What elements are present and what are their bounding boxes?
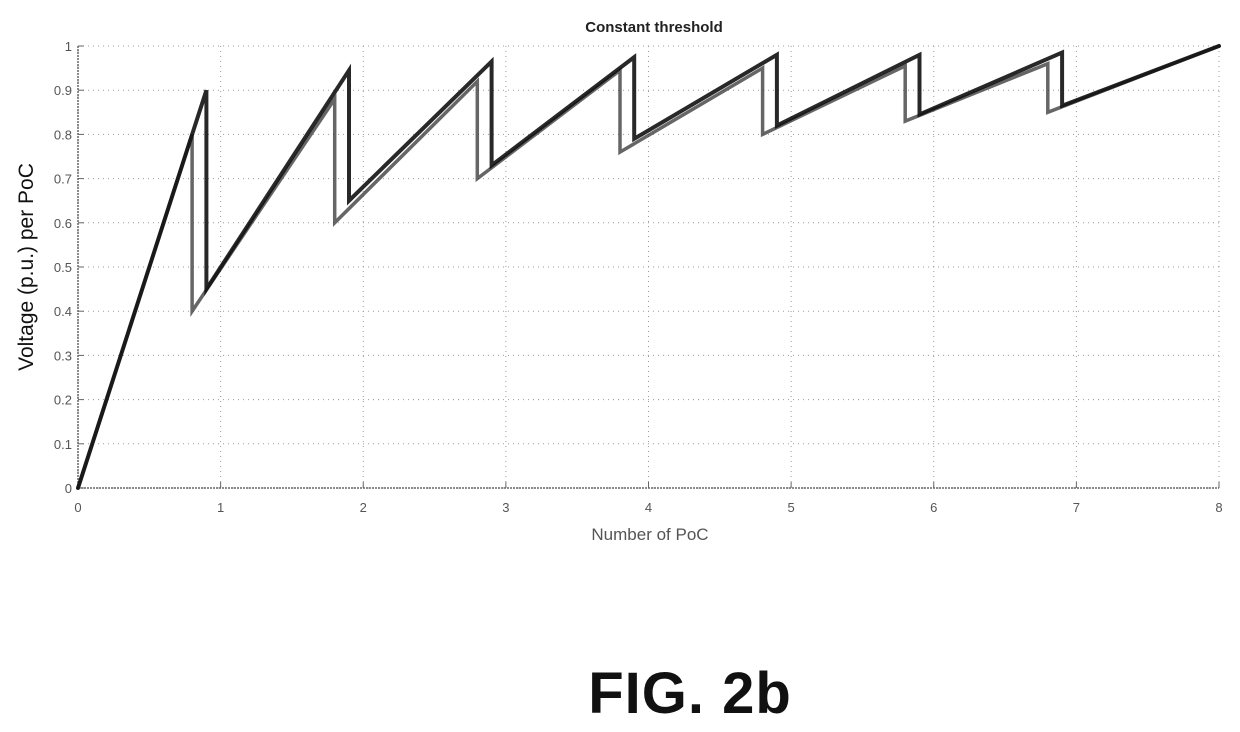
line-chart: 0 1 2 3 4 5 6 7 8 0 0.1 0.2 0.3 0.4 0.5 0.6 0.7 0.8 0.9 1 C… <box>15 19 1223 544</box>
x-tick-label: 1 <box>217 500 224 515</box>
x-tick-label: 0 <box>74 500 81 515</box>
x-axis-label: Number of PoC <box>591 525 708 544</box>
y-tick-label: 0.4 <box>54 304 72 319</box>
figure-label: FIG. 2b <box>588 661 792 726</box>
x-tick-label: 5 <box>788 500 795 515</box>
x-tick-label: 3 <box>502 500 509 515</box>
y-tick-label: 0.6 <box>54 216 72 231</box>
y-tick-label: 0.5 <box>54 260 72 275</box>
y-tick-label: 0 <box>65 481 72 496</box>
chart-title: Constant threshold <box>585 19 723 36</box>
y-tick-label: 0.7 <box>54 172 72 187</box>
y-tick-label: 0.3 <box>54 348 72 363</box>
x-tick-label: 6 <box>930 500 937 515</box>
x-tick-label: 4 <box>645 500 652 515</box>
y-tick-label: 1 <box>65 39 72 54</box>
x-tick-label: 8 <box>1215 500 1222 515</box>
y-axis-label: Voltage (p.u.) per PoC <box>15 163 38 371</box>
y-tick-label: 0.1 <box>54 437 72 452</box>
y-tick-label: 0.8 <box>54 127 72 142</box>
y-tick-label: 0.9 <box>54 83 72 98</box>
y-tick-label: 0.2 <box>54 393 72 408</box>
x-tick-label: 2 <box>360 500 367 515</box>
x-tick-label: 7 <box>1073 500 1080 515</box>
